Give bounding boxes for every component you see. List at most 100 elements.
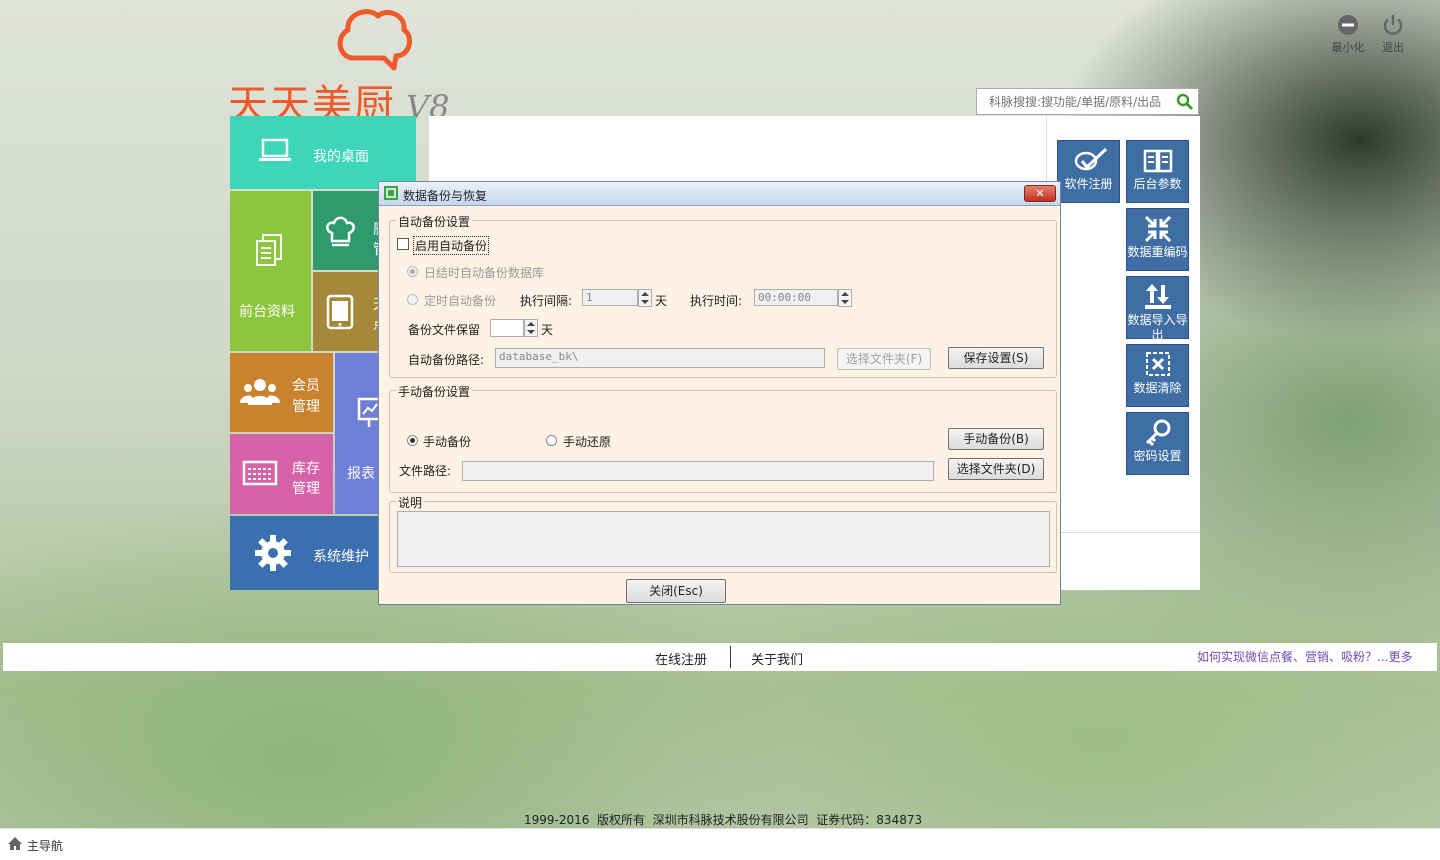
search-input[interactable] bbox=[977, 89, 1172, 114]
home-icon[interactable] bbox=[7, 836, 23, 851]
keep-spinner[interactable] bbox=[524, 319, 538, 337]
manual-backup-button[interactable]: 手动备份(B) bbox=[948, 428, 1044, 450]
power-icon bbox=[1382, 14, 1404, 36]
keep-label: 备份文件保留 bbox=[408, 323, 481, 337]
keep-input[interactable] bbox=[490, 319, 524, 337]
auto-backup-group-title: 自动备份设置 bbox=[396, 213, 473, 230]
manual-restore-radio-label: 手动还原 bbox=[563, 435, 612, 449]
about-us-link[interactable]: 关于我们 bbox=[751, 649, 803, 668]
time-spinner[interactable] bbox=[838, 289, 852, 307]
interval-unit: 天 bbox=[655, 294, 668, 308]
backend-params-label: 后台参数 bbox=[1133, 177, 1182, 191]
compress-icon bbox=[1143, 215, 1173, 243]
notes-textarea[interactable] bbox=[397, 511, 1050, 567]
footer-bar: 主导航 bbox=[0, 828, 1440, 860]
dialog-titlebar[interactable]: 数据备份与恢复 ✕ bbox=[379, 182, 1060, 206]
register-machine-icon bbox=[242, 460, 278, 488]
backend-params-button[interactable]: 后台参数 bbox=[1126, 140, 1189, 203]
data-import-export-button[interactable]: 数据导入导出 bbox=[1126, 276, 1189, 342]
dialog-title: 数据备份与恢复 bbox=[403, 189, 488, 203]
tile-system-label: 系统维护 bbox=[313, 549, 369, 565]
key-icon bbox=[1143, 419, 1173, 447]
time-input[interactable]: 00:00:00 bbox=[754, 289, 838, 306]
interval-input[interactable]: 1 bbox=[582, 289, 638, 306]
software-register-label: 软件注册 bbox=[1064, 177, 1113, 191]
interval-spinner[interactable] bbox=[638, 289, 652, 307]
data-clear-label: 数据清除 bbox=[1133, 381, 1182, 395]
import-export-icon bbox=[1143, 283, 1173, 311]
password-settings-button[interactable]: 密码设置 bbox=[1126, 412, 1189, 475]
chef-hat-icon bbox=[323, 215, 357, 249]
enable-auto-backup-label: 启用自动备份 bbox=[413, 236, 490, 255]
gear-icon bbox=[254, 534, 292, 572]
tile-my-desktop-label: 我的桌面 bbox=[313, 149, 369, 165]
file-path-input[interactable] bbox=[462, 461, 934, 481]
app-icon bbox=[384, 186, 398, 200]
data-clear-button[interactable]: 数据清除 bbox=[1126, 344, 1189, 407]
enable-auto-backup-checkbox[interactable] bbox=[397, 238, 409, 250]
logo-mark bbox=[334, 6, 414, 74]
tile-stock-label-2: 管理 bbox=[292, 481, 320, 497]
backup-restore-dialog: 数据备份与恢复 ✕ 自动备份设置 启用自动备份 日结时自动备份数据库 定时自动备… bbox=[378, 181, 1061, 605]
minimize-icon bbox=[1337, 14, 1359, 36]
search-box bbox=[976, 88, 1199, 115]
save-settings-button[interactable]: 保存设置(S) bbox=[948, 347, 1044, 369]
data-import-export-label: 数据导入导出 bbox=[1127, 313, 1188, 342]
panel-divider-horizontal bbox=[1060, 532, 1200, 533]
tile-wechat-order[interactable]: 天 点 bbox=[313, 272, 379, 351]
manual-backup-radio-label: 手动备份 bbox=[423, 435, 472, 449]
tile-my-desktop[interactable]: 我的桌面 bbox=[230, 116, 416, 189]
tile-member-management[interactable]: 会员 管理 bbox=[230, 353, 333, 432]
data-recode-button[interactable]: 数据重编码 bbox=[1126, 208, 1189, 271]
documents-icon bbox=[254, 233, 284, 267]
tile-stock-management[interactable]: 库存 管理 bbox=[230, 434, 333, 514]
users-icon bbox=[240, 377, 280, 407]
presentation-icon bbox=[357, 395, 379, 429]
keep-unit: 天 bbox=[541, 323, 554, 337]
laptop-icon bbox=[258, 138, 292, 164]
copyright-text: 1999-2016 版权所有 深圳市科脉技术股份有限公司 证券代码：834873 bbox=[524, 813, 923, 827]
auto-path-label: 自动备份路径: bbox=[408, 353, 485, 367]
tile-kitchen[interactable]: 厨 管 bbox=[313, 191, 379, 270]
tile-system-maintenance[interactable]: 系统维护 bbox=[230, 516, 379, 590]
tile-reports[interactable]: 报表 bbox=[335, 353, 379, 514]
tile-front-data-label: 前台资料 bbox=[239, 304, 295, 320]
manual-backup-group-title: 手动备份设置 bbox=[396, 383, 473, 400]
minimize-label: 最小化 bbox=[1331, 41, 1365, 54]
manual-restore-radio[interactable] bbox=[546, 435, 557, 446]
tile-reports-label: 报表 bbox=[347, 466, 375, 482]
search-icon[interactable] bbox=[1176, 93, 1194, 111]
online-register-link[interactable]: 在线注册 bbox=[655, 649, 707, 668]
clear-icon bbox=[1143, 351, 1173, 379]
exit-button[interactable]: 退出 bbox=[1371, 14, 1415, 55]
tile-member-label-1: 会员 bbox=[292, 378, 320, 394]
tile-member-label-2: 管理 bbox=[292, 399, 320, 415]
notes-group-title: 说明 bbox=[396, 494, 425, 511]
daily-auto-backup-label: 日结时自动备份数据库 bbox=[424, 266, 545, 280]
link-divider bbox=[730, 646, 731, 668]
interval-label: 执行间隔: bbox=[520, 294, 573, 308]
password-settings-label: 密码设置 bbox=[1133, 449, 1182, 463]
manual-backup-radio[interactable] bbox=[407, 435, 418, 446]
book-icon bbox=[1143, 147, 1173, 175]
home-nav-label[interactable]: 主导航 bbox=[27, 837, 63, 854]
software-register-button[interactable]: 软件注册 bbox=[1057, 140, 1120, 203]
tablet-icon bbox=[325, 294, 355, 330]
auto-path-input[interactable]: database_bk\ bbox=[495, 348, 825, 368]
dialog-close-button[interactable]: ✕ bbox=[1024, 185, 1056, 202]
close-dialog-button[interactable]: 关闭(Esc) bbox=[626, 579, 726, 603]
register-icon bbox=[1074, 147, 1107, 175]
choose-folder-button[interactable]: 选择文件夹(D) bbox=[948, 458, 1044, 480]
time-label: 执行时间: bbox=[690, 294, 743, 308]
choose-folder-disabled-button[interactable]: 选择文件夹(F) bbox=[837, 348, 931, 370]
timed-auto-backup-radio[interactable] bbox=[407, 294, 418, 305]
data-recode-label: 数据重编码 bbox=[1127, 245, 1188, 259]
close-icon: ✕ bbox=[1035, 187, 1045, 200]
tile-front-data[interactable]: 前台资料 bbox=[230, 191, 311, 351]
promo-link[interactable]: 如何实现微信点餐、营销、吸粉？...更多 bbox=[1197, 648, 1412, 665]
file-path-label: 文件路径: bbox=[399, 464, 452, 478]
daily-auto-backup-radio[interactable] bbox=[407, 266, 418, 277]
minimize-button[interactable]: 最小化 bbox=[1326, 14, 1370, 55]
link-bar: 在线注册 关于我们 如何实现微信点餐、营销、吸粉？...更多 bbox=[3, 643, 1437, 671]
timed-auto-backup-label: 定时自动备份 bbox=[424, 294, 497, 308]
